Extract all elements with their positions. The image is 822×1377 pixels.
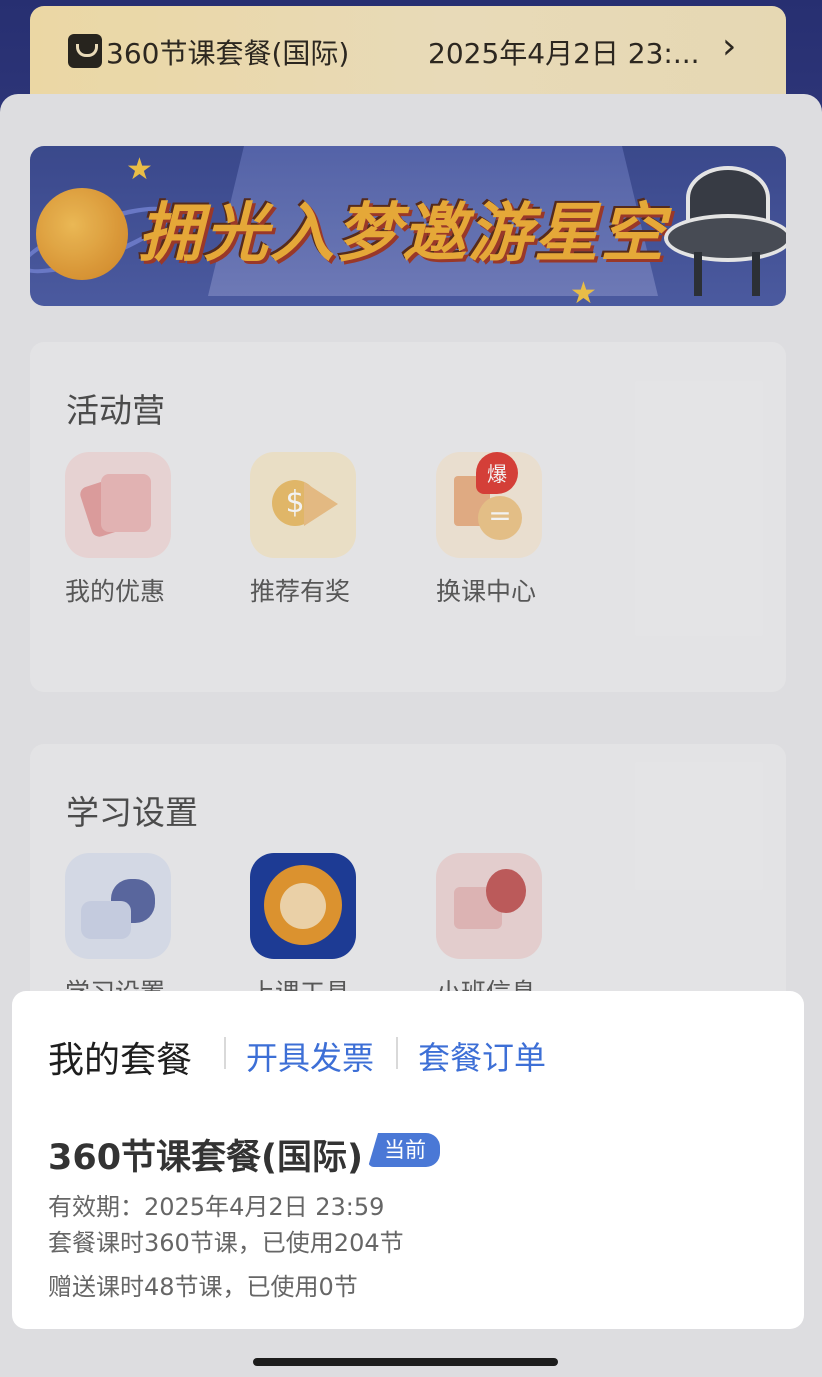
my-package-sheet: 我的套餐 开具发票 套餐订单 360节课套餐(国际) 当前 有效期：2025年4…	[12, 991, 804, 1329]
divider	[224, 1037, 226, 1069]
my-package-title: 我的套餐	[48, 1040, 193, 1081]
validity-text: 有效期：2025年4月2日 23:59	[48, 1193, 385, 1221]
package-orders-link[interactable]: 套餐订单	[418, 1033, 546, 1079]
bonus-hours-text: 赠送课时48节课，已使用0节	[48, 1273, 358, 1301]
current-badge: 当前	[368, 1133, 440, 1167]
home-indicator[interactable]	[253, 1358, 558, 1366]
divider	[396, 1037, 398, 1069]
issue-invoice-link[interactable]: 开具发票	[246, 1033, 374, 1079]
package-name: 360节课套餐(国际)	[48, 1138, 364, 1178]
hours-usage-text: 套餐课时360节课，已使用204节	[48, 1229, 404, 1257]
